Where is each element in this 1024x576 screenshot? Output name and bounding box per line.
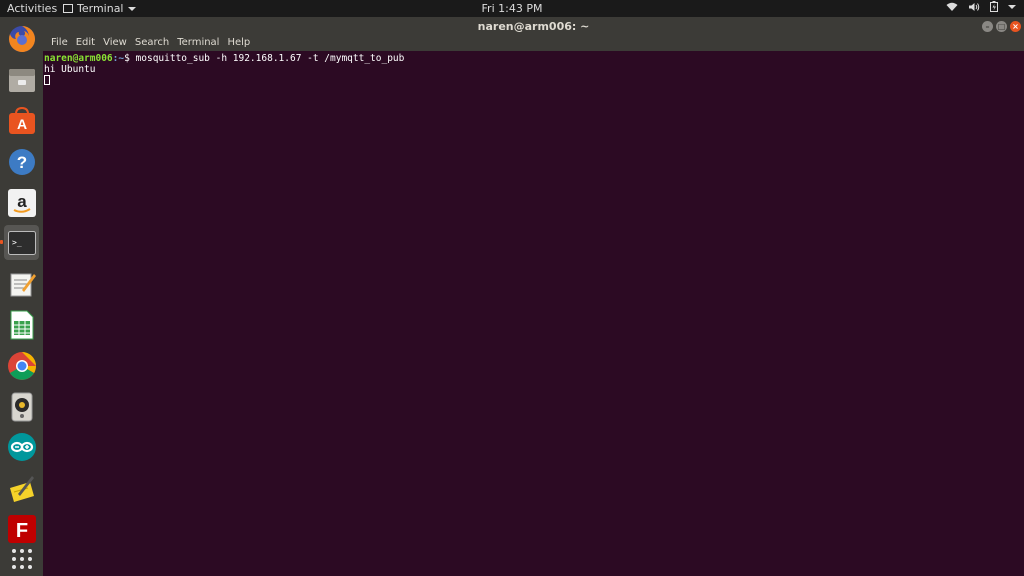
minimize-button[interactable]: – [982,21,993,32]
system-menu-chevron-icon [1008,4,1016,9]
terminal-window: naren@arm006: ~ – □ × File Edit View Sea… [43,17,1024,576]
menu-help[interactable]: Help [223,36,254,51]
dock-software[interactable]: A [4,103,39,138]
svg-text:F: F [15,520,27,542]
command-text: mosquitto_sub -h 192.168.1.67 -t /mymqtt… [129,53,405,64]
app-menu-label: Terminal [77,2,124,15]
terminal-icon: >_ [7,230,36,255]
notes-icon [9,475,34,502]
prompt-user: naren@arm006 [44,53,113,64]
dock-files[interactable] [4,62,39,97]
speaker-app-icon [11,392,32,421]
app-menu[interactable]: Terminal [63,2,136,15]
terminal-area[interactable]: naren@arm006:~$ mosquitto_sub -h 192.168… [43,51,1020,576]
menu-terminal[interactable]: Terminal [173,36,223,51]
menu-search[interactable]: Search [131,36,173,51]
terminal-small-icon [63,4,73,13]
svg-text:?: ? [16,153,26,172]
clock[interactable]: Fri 1:43 PM [482,2,543,15]
activities-button[interactable]: Activities [7,2,57,15]
firefox-icon [8,25,35,52]
dock-spreadsheet[interactable] [4,307,39,342]
battery-icon [990,1,998,12]
prompt-path: :~ [112,53,125,64]
title-bar[interactable]: naren@arm006: ~ – □ × [43,17,1024,36]
chevron-down-icon [127,6,136,11]
output-line: hi Ubuntu [44,64,96,75]
maximize-button[interactable]: □ [996,21,1007,32]
dock-chrome[interactable] [4,348,39,383]
menu-file[interactable]: File [47,36,72,51]
software-center-icon: A [8,106,35,134]
svg-text:A: A [16,116,26,132]
svg-text:>_: >_ [12,238,22,247]
dock-speaker-app[interactable] [4,389,39,424]
dock-terminal[interactable]: >_ [0,225,39,260]
dock-amazon[interactable]: a [4,185,39,220]
close-button[interactable]: × [1010,21,1021,32]
window-title: naren@arm006: ~ [477,20,590,33]
dock: A ? a >_ F [0,17,43,576]
show-applications-icon [11,548,32,569]
spreadsheet-icon [10,310,33,339]
volume-icon [968,2,980,12]
command-line: naren@arm006:~$ mosquitto_sub -h 192.168… [44,53,1020,64]
text-cursor [44,75,50,85]
files-icon [8,68,35,92]
chrome-icon [7,351,36,380]
dock-show-applications[interactable] [4,541,39,576]
amazon-icon: a [7,188,36,217]
svg-text:a: a [17,192,27,211]
dock-arduino[interactable] [4,429,39,464]
dock-help[interactable]: ? [4,144,39,179]
filezilla-icon: F [7,514,36,543]
menu-view[interactable]: View [99,36,131,51]
dock-firefox[interactable] [4,21,39,56]
wifi-icon [946,2,958,12]
cursor-line [44,75,1020,86]
dock-notes[interactable] [4,470,39,505]
scrollbar[interactable] [1020,51,1024,576]
dock-text-editor[interactable] [4,266,39,301]
text-editor-icon [10,273,36,296]
top-bar: Activities Terminal Fri 1:43 PM [0,0,1024,17]
help-icon: ? [8,148,35,175]
menu-edit[interactable]: Edit [72,36,99,51]
system-tray[interactable] [946,1,1016,12]
menu-bar: File Edit View Search Terminal Help [43,36,1024,51]
arduino-icon [7,432,36,461]
